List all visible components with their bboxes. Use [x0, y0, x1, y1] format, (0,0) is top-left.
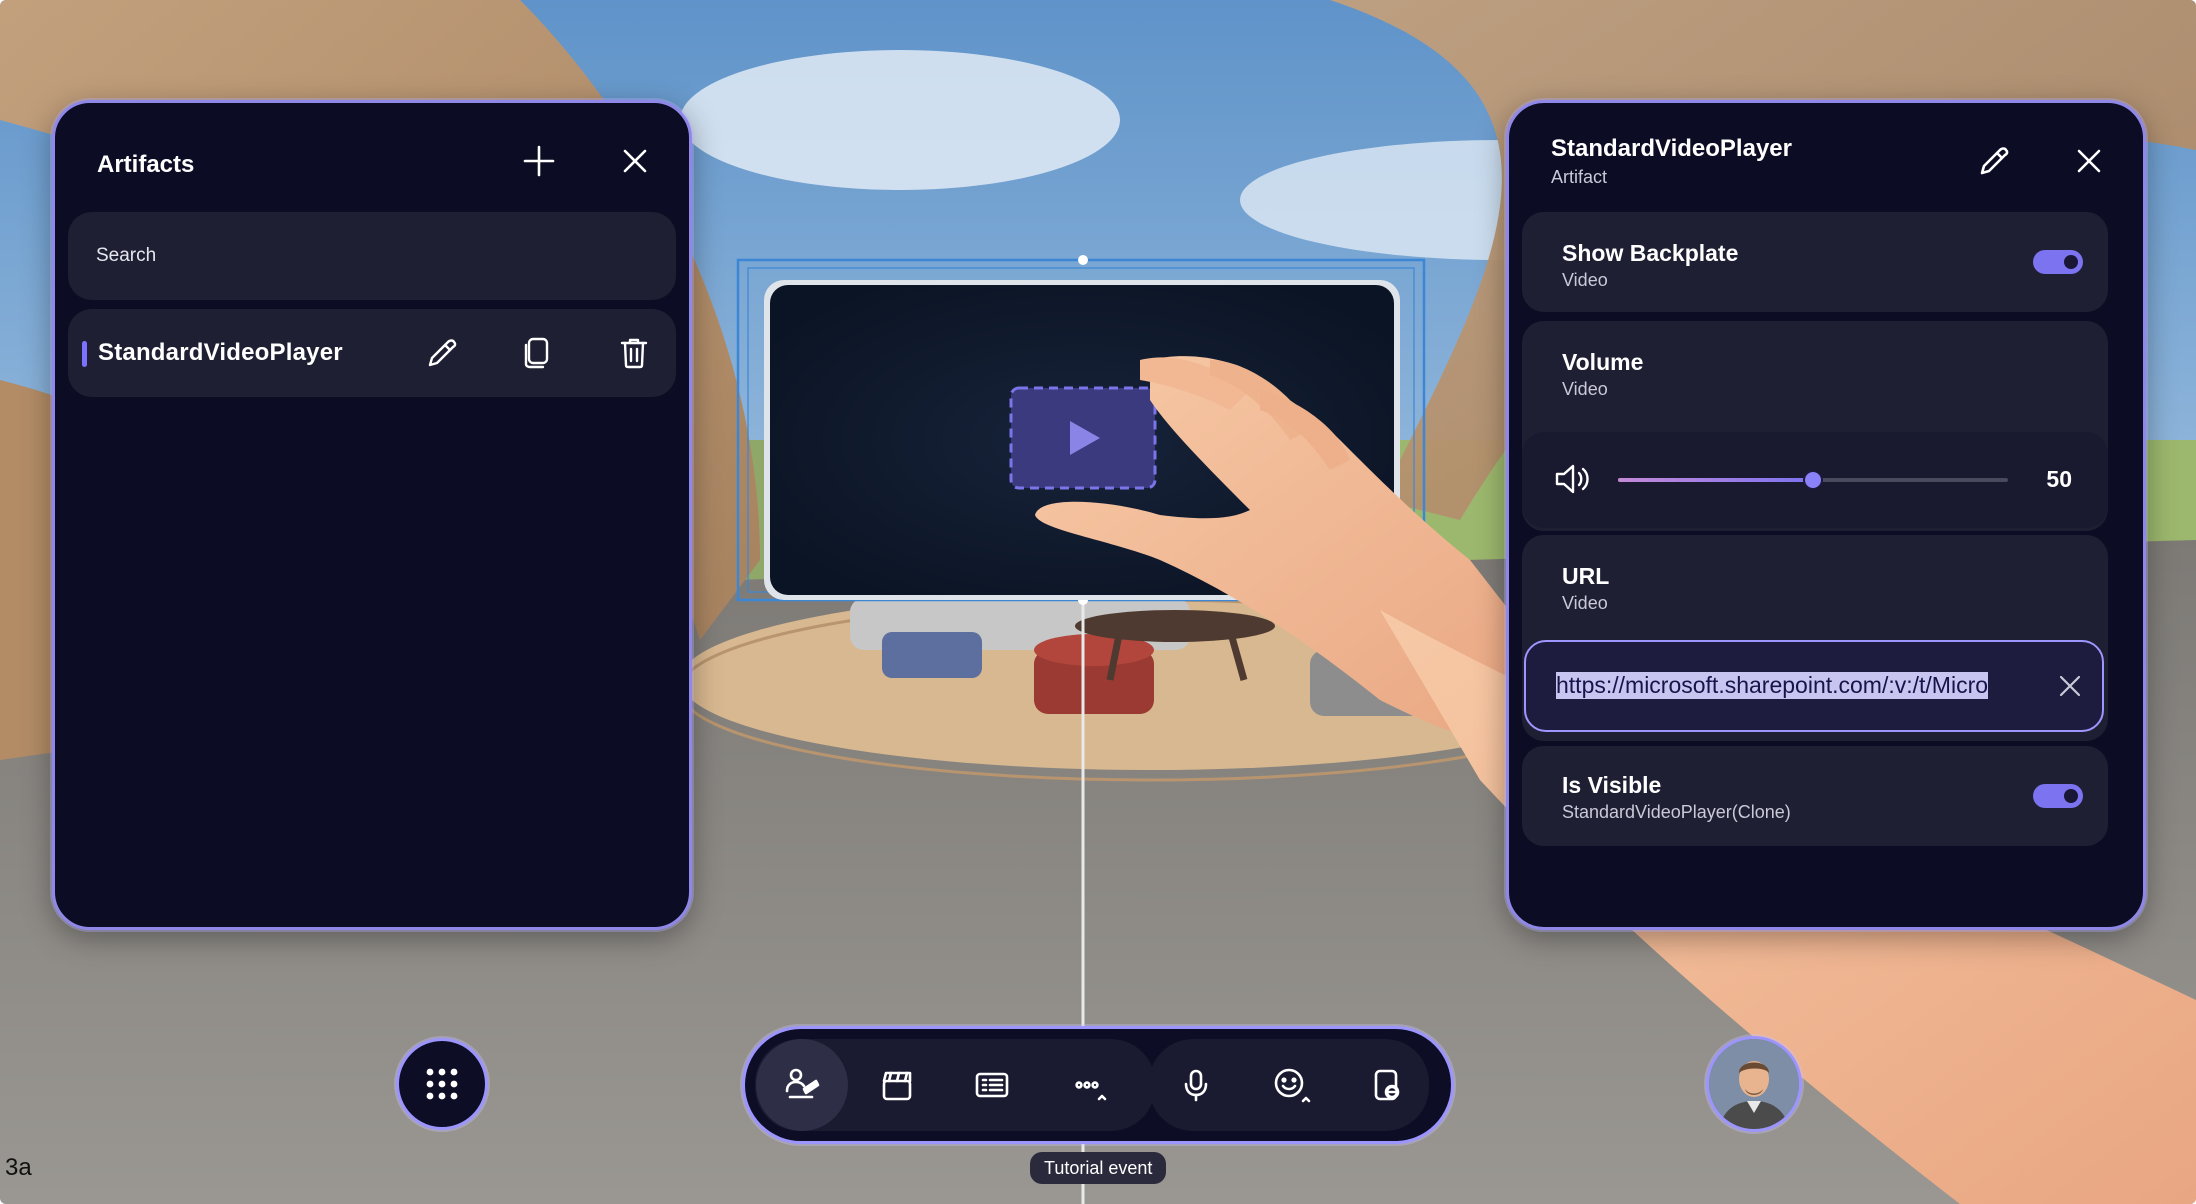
selection-indicator	[82, 341, 87, 367]
speaker-icon[interactable]	[1554, 462, 1590, 501]
close-icon	[623, 149, 647, 173]
leave-device-icon	[1374, 1069, 1400, 1101]
copy-icon	[524, 337, 549, 369]
close-button[interactable]	[607, 133, 663, 189]
panel-subtitle: Artifact	[1551, 167, 1608, 187]
bottom-toolbar	[742, 1026, 1454, 1144]
volume-slider-fill	[1618, 478, 1813, 482]
property-category: Video	[1562, 593, 1608, 613]
clear-icon[interactable]	[2056, 672, 2084, 705]
plus-icon	[523, 145, 555, 177]
play-icon[interactable]	[1060, 415, 1106, 461]
trash-icon	[620, 338, 648, 369]
tooltip: Tutorial event	[1030, 1152, 1167, 1184]
vr-scene: Artifacts Search StandardVideoPlayer Sta…	[0, 0, 2196, 1204]
toolbar-more-button[interactable]	[1041, 1039, 1133, 1131]
close-icon	[2077, 149, 2101, 173]
is-visible-row: Is Visible StandardVideoPlayer(Clone)	[1522, 746, 2108, 846]
edit-button[interactable]	[1966, 133, 2022, 189]
property-label: URL	[1562, 563, 1610, 589]
panel-title: StandardVideoPlayer	[1551, 135, 1792, 162]
more-icon	[1075, 1081, 1107, 1101]
is-visible-toggle[interactable]	[2033, 784, 2083, 808]
clapperboard-icon	[882, 1071, 912, 1101]
volume-slider-thumb[interactable]	[1803, 470, 1823, 490]
add-button[interactable]	[511, 133, 567, 189]
property-category: StandardVideoPlayer(Clone)	[1562, 802, 1791, 822]
toolbar-emoji-button[interactable]	[1245, 1039, 1337, 1131]
edit-button[interactable]	[418, 329, 466, 377]
panel-title: Artifacts	[97, 151, 195, 178]
toolbar-media-button[interactable]	[946, 1039, 1038, 1131]
media-panel-icon	[975, 1072, 1009, 1098]
url-input[interactable]: https://microsoft.sharepoint.com/:v:/t/M…	[1524, 640, 2104, 732]
property-category: Video	[1562, 379, 1608, 399]
show-backplate-toggle[interactable]	[2033, 250, 2083, 274]
avatar[interactable]	[1706, 1036, 1802, 1132]
url-value: https://microsoft.sharepoint.com/:v:/t/M…	[1556, 672, 1989, 699]
delete-button[interactable]	[610, 329, 658, 377]
property-label: Show Backplate	[1562, 240, 1739, 266]
corner-label: 3a	[5, 1154, 32, 1181]
search-input[interactable]: Search	[68, 212, 676, 300]
property-label: Volume	[1562, 349, 1644, 375]
show-backplate-row: Show Backplate Video	[1522, 212, 2108, 312]
close-button[interactable]	[2061, 133, 2117, 189]
toolbar-people-button[interactable]	[756, 1039, 848, 1131]
duplicate-button[interactable]	[514, 329, 562, 377]
emoji-icon	[1274, 1068, 1311, 1103]
microphone-icon	[1184, 1069, 1208, 1102]
pencil-icon	[428, 339, 457, 367]
volume-value: 50	[2046, 466, 2072, 492]
artifact-name: StandardVideoPlayer	[98, 339, 343, 366]
list-item[interactable]: StandardVideoPlayer	[68, 309, 676, 397]
apps-button[interactable]	[396, 1038, 488, 1130]
toolbar-leave-button[interactable]	[1340, 1039, 1432, 1131]
toolbar-mic-button[interactable]	[1150, 1039, 1242, 1131]
grid-dots-icon	[426, 1068, 458, 1100]
volume-slider[interactable]	[1618, 470, 2008, 490]
pencil-icon	[1980, 147, 2009, 175]
properties-panel: StandardVideoPlayer Artifact Show Backpl…	[1506, 100, 2146, 930]
volume-slider-container: 50	[1522, 432, 2108, 528]
toolbar-clapper-button[interactable]	[851, 1039, 943, 1131]
people-place-icon	[785, 1068, 820, 1099]
property-category: Video	[1562, 270, 1608, 290]
artifacts-panel: Artifacts Search StandardVideoPlayer	[52, 100, 692, 930]
property-label: Is Visible	[1562, 772, 1662, 798]
